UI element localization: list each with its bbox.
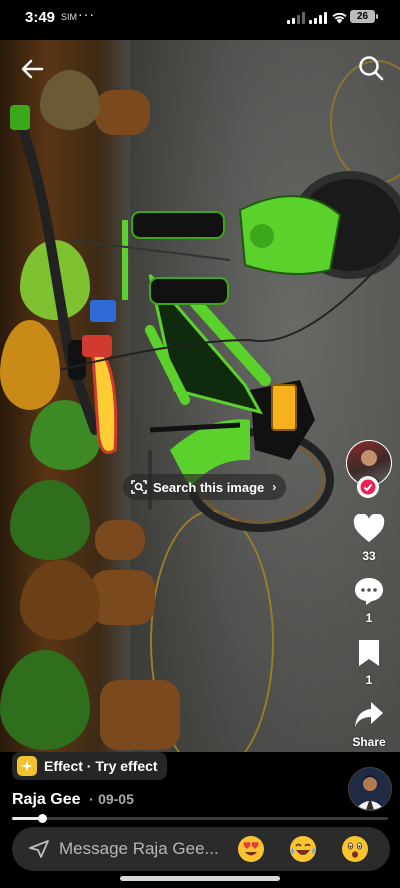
video-progress-knob[interactable]: [38, 814, 48, 823]
screen: 3:49 SIM ··· 26 Search this image › 33 1…: [0, 0, 400, 888]
comment-button[interactable]: 1: [340, 576, 398, 625]
share-button[interactable]: Share: [340, 700, 398, 749]
save-button[interactable]: 1: [340, 638, 398, 687]
surprised-emoji-icon[interactable]: [341, 835, 369, 863]
heart-eyes-emoji-icon[interactable]: [237, 835, 265, 863]
author-name[interactable]: Raja Gee: [12, 791, 80, 808]
cellular-signal-icon: [287, 12, 305, 24]
battery-level: 26: [350, 10, 375, 23]
effect-label: Effect · Try effect: [44, 758, 158, 774]
home-indicator[interactable]: [120, 876, 280, 881]
like-count: 33: [362, 549, 376, 563]
search-icon[interactable]: [356, 53, 386, 83]
message-bar[interactable]: Message Raja Gee...: [12, 827, 390, 871]
status-overflow: ···: [78, 6, 95, 22]
back-arrow-icon[interactable]: [18, 54, 48, 84]
message-input[interactable]: Message Raja Gee...: [59, 839, 219, 859]
sound-avatar: [349, 768, 391, 810]
status-bar: 3:49 SIM ··· 26: [0, 0, 400, 38]
save-count: 1: [365, 673, 373, 687]
share-arrow-icon: [355, 702, 383, 727]
author-separator: ·: [88, 791, 94, 807]
send-icon: [29, 840, 49, 858]
post-date: 09-05: [98, 791, 134, 807]
video-progress-bar[interactable]: [12, 814, 388, 823]
heart-icon: [353, 513, 385, 542]
follow-check-icon: [360, 479, 376, 495]
battery-cap: [376, 14, 378, 19]
search-this-image-button[interactable]: Search this image ›: [123, 474, 287, 500]
comment-icon: [355, 578, 383, 605]
bookmark-icon: [359, 640, 379, 666]
cellular-signal-2-icon: [309, 12, 327, 24]
wifi-icon: [332, 12, 347, 24]
sound-disc[interactable]: [348, 767, 392, 811]
follow-button[interactable]: [357, 476, 379, 498]
effect-button[interactable]: Effect · Try effect: [12, 752, 167, 780]
post-author-line: Raja Gee · 09-05: [12, 791, 134, 809]
chevron-right-icon: ›: [272, 480, 277, 494]
search-this-image-label: Search this image: [153, 479, 265, 495]
sim-icon: SIM: [61, 12, 78, 22]
comment-count: 1: [365, 611, 373, 625]
tears-of-joy-emoji-icon[interactable]: [289, 835, 317, 863]
effect-sparkle-icon: [17, 756, 37, 776]
status-time: 3:49: [25, 9, 56, 26]
share-label: Share: [352, 735, 386, 749]
like-button[interactable]: 33: [340, 513, 398, 563]
image-search-icon: [131, 480, 147, 494]
